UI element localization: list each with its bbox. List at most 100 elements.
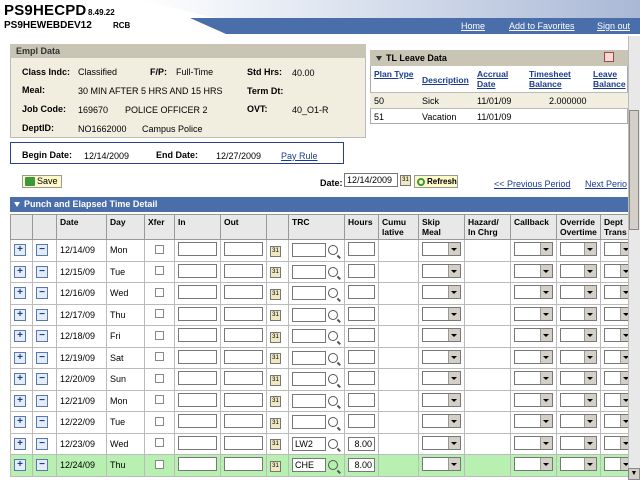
calendar-icon[interactable]: 31 [270,245,281,257]
override-overtime-select[interactable] [560,328,597,343]
override-overtime-select[interactable] [560,242,597,257]
override-overtime-select[interactable] [560,371,597,386]
delete-row-icon[interactable]: − [36,394,48,407]
dept-trans-select[interactable] [604,435,628,450]
out-time-input[interactable] [224,328,263,343]
trc-input[interactable] [292,415,326,430]
hours-input[interactable] [348,328,375,343]
calendar-icon[interactable]: 31 [270,331,281,343]
add-row-icon[interactable]: + [14,265,26,278]
skip-meal-select[interactable] [422,349,461,364]
add-row-icon[interactable]: + [14,394,26,407]
trc-input[interactable]: LW2 [292,436,326,451]
xfer-checkbox[interactable] [155,266,164,276]
trc-input[interactable] [292,264,326,279]
hours-input[interactable] [348,306,375,321]
scroll-down-arrow-icon[interactable]: ▼ [628,468,640,480]
calendar-icon[interactable]: 31 [400,175,411,186]
search-icon[interactable] [328,266,338,277]
hours-input[interactable] [348,349,375,364]
delete-row-icon[interactable]: − [36,308,48,321]
add-row-icon[interactable]: + [14,373,26,386]
hours-input[interactable]: 8.00 [348,436,375,451]
in-time-input[interactable] [178,349,217,364]
xfer-checkbox[interactable] [155,395,164,405]
dept-trans-select[interactable] [604,263,628,278]
col-description[interactable]: Description [422,75,469,85]
search-icon[interactable] [328,460,338,471]
trc-input[interactable] [292,372,326,387]
xfer-checkbox[interactable] [155,373,164,383]
override-overtime-select[interactable] [560,306,597,321]
override-overtime-select[interactable] [560,349,597,364]
xfer-checkbox[interactable] [155,459,164,469]
hours-input[interactable] [348,414,375,429]
out-time-input[interactable] [224,349,263,364]
hours-input[interactable] [348,392,375,407]
xfer-checkbox[interactable] [155,352,164,362]
calendar-icon[interactable]: 31 [270,353,281,365]
skip-meal-select[interactable] [422,328,461,343]
callback-select[interactable] [514,242,553,257]
add-row-icon[interactable]: + [14,330,26,343]
delete-row-icon[interactable]: − [36,351,48,364]
hours-input[interactable] [348,242,375,257]
date-input[interactable]: 12/14/2009 [344,173,398,187]
grid-view-icon[interactable] [604,52,614,62]
add-to-favorites-link[interactable]: Add to Favorites [509,21,575,31]
calendar-icon[interactable]: 31 [270,396,281,408]
callback-select[interactable] [514,263,553,278]
skip-meal-select[interactable] [422,306,461,321]
dept-trans-select[interactable] [604,349,628,364]
hours-input[interactable] [348,285,375,300]
in-time-input[interactable] [178,328,217,343]
out-time-input[interactable] [224,371,263,386]
calendar-icon[interactable]: 31 [270,288,281,300]
next-period-link[interactable]: Next Perio [585,179,627,189]
skip-meal-select[interactable] [422,285,461,300]
col-plan-type[interactable]: Plan Type [374,69,418,79]
trc-input[interactable] [292,329,326,344]
add-row-icon[interactable]: + [14,416,26,429]
xfer-checkbox[interactable] [155,287,164,297]
skip-meal-select[interactable] [422,435,461,450]
add-row-icon[interactable]: + [14,287,26,300]
out-time-input[interactable] [224,392,263,407]
scrollbar-thumb[interactable] [629,110,639,230]
search-icon[interactable] [328,309,338,320]
dept-trans-select[interactable] [604,285,628,300]
dept-trans-select[interactable] [604,328,628,343]
xfer-checkbox[interactable] [155,244,164,254]
in-time-input[interactable] [178,285,217,300]
in-time-input[interactable] [178,263,217,278]
hours-input[interactable] [348,371,375,386]
out-time-input[interactable] [224,457,263,472]
col-timesheet-balance[interactable]: Timesheet Balance [529,69,587,89]
in-time-input[interactable] [178,414,217,429]
hours-input[interactable] [348,263,375,278]
in-time-input[interactable] [178,306,217,321]
delete-row-icon[interactable]: − [36,459,48,472]
delete-row-icon[interactable]: − [36,265,48,278]
callback-select[interactable] [514,435,553,450]
pay-rule-link[interactable]: Pay Rule [281,151,318,161]
vertical-scrollbar[interactable] [628,36,640,480]
callback-select[interactable] [514,328,553,343]
skip-meal-select[interactable] [422,242,461,257]
in-time-input[interactable] [178,435,217,450]
calendar-icon[interactable]: 31 [270,267,281,279]
search-icon[interactable] [328,331,338,342]
refresh-button[interactable]: Refresh [414,175,458,188]
col-accrual-date[interactable]: Accrual Date [477,69,521,89]
callback-select[interactable] [514,414,553,429]
trc-input[interactable] [292,243,326,258]
previous-period-link[interactable]: << Previous Period [494,179,571,189]
in-time-input[interactable] [178,392,217,407]
xfer-checkbox[interactable] [155,330,164,340]
callback-select[interactable] [514,392,553,407]
out-time-input[interactable] [224,242,263,257]
skip-meal-select[interactable] [422,263,461,278]
add-row-icon[interactable]: + [14,308,26,321]
delete-row-icon[interactable]: − [36,437,48,450]
add-row-icon[interactable]: + [14,459,26,472]
